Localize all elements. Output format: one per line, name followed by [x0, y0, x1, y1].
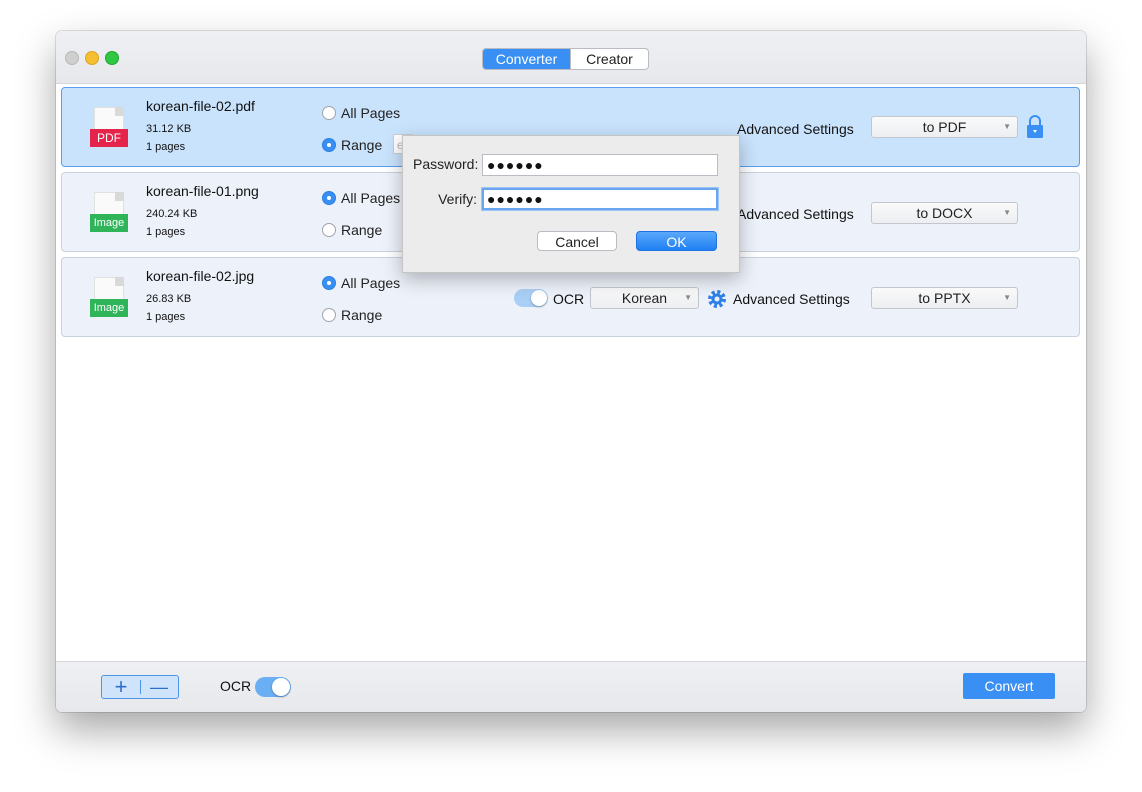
verify-label: Verify:: [438, 191, 477, 207]
advanced-settings-link[interactable]: Advanced Settings: [737, 206, 854, 222]
file-size: 31.12 KB: [146, 123, 192, 135]
lock-icon[interactable]: [1025, 115, 1045, 139]
convert-button[interactable]: Convert: [963, 673, 1055, 699]
global-ocr-label: OCR: [220, 678, 252, 694]
cancel-button[interactable]: Cancel: [537, 231, 617, 251]
radio-off-icon: [322, 308, 336, 322]
range-radio[interactable]: Range: [322, 222, 382, 238]
image-file-icon: Image: [90, 277, 128, 321]
advanced-settings-link[interactable]: Advanced Settings: [733, 291, 850, 307]
radio-off-icon: [322, 106, 336, 120]
pdf-file-icon: PDF: [90, 107, 128, 151]
all-pages-radio[interactable]: All Pages: [322, 275, 400, 291]
range-radio[interactable]: Range: [322, 137, 382, 153]
radio-on-icon: [322, 276, 336, 290]
language-select[interactable]: Korean ▼: [590, 287, 699, 309]
password-label: Password:: [413, 156, 479, 172]
file-list: PDF korean-file-02.pdf 31.12 KB 1 pages …: [56, 84, 1086, 661]
file-pages: 1 pages: [146, 226, 186, 238]
verify-input[interactable]: ●●●●●●: [482, 188, 718, 210]
file-pages: 1 pages: [146, 311, 186, 323]
tab-converter[interactable]: Converter: [483, 49, 570, 69]
tab-creator[interactable]: Creator: [570, 49, 648, 69]
image-file-icon: Image: [90, 192, 128, 236]
add-remove-control: + —: [101, 675, 179, 699]
output-format-select[interactable]: to PDF ▼: [871, 116, 1018, 138]
titlebar: Converter Creator: [56, 31, 1086, 84]
file-pages: 1 pages: [146, 141, 186, 153]
close-window-button[interactable]: [65, 51, 79, 65]
radio-off-icon: [322, 223, 336, 237]
maximize-window-button[interactable]: [105, 51, 119, 65]
ocr-toggle[interactable]: [514, 289, 548, 307]
file-type-tag: Image: [90, 299, 128, 317]
file-size: 240.24 KB: [146, 208, 198, 220]
app-window: Converter Creator PDF korean-file-02.pdf…: [56, 31, 1086, 712]
minimize-window-button[interactable]: [85, 51, 99, 65]
advanced-settings-link[interactable]: Advanced Settings: [737, 121, 854, 137]
radio-on-icon: [322, 191, 336, 205]
all-pages-radio[interactable]: All Pages: [322, 190, 400, 206]
radio-on-icon: [322, 138, 336, 152]
file-name: korean-file-02.pdf: [146, 98, 255, 114]
ocr-label: OCR: [553, 291, 585, 307]
ok-button[interactable]: OK: [636, 231, 717, 251]
output-format-select[interactable]: to PPTX ▼: [871, 287, 1018, 309]
output-format-select[interactable]: to DOCX ▼: [871, 202, 1018, 224]
global-ocr-toggle[interactable]: [255, 677, 291, 697]
file-type-tag: Image: [90, 214, 128, 232]
gear-icon[interactable]: [707, 289, 727, 309]
file-size: 26.83 KB: [146, 293, 192, 305]
mode-segmented-control: Converter Creator: [482, 48, 649, 70]
password-dialog: Password: ●●●●●● Verify: ●●●●●● Cancel O…: [402, 135, 740, 273]
file-name: korean-file-02.jpg: [146, 268, 255, 284]
bottom-toolbar: + — OCR Convert: [56, 661, 1086, 712]
all-pages-radio[interactable]: All Pages: [322, 105, 400, 121]
file-name: korean-file-01.png: [146, 183, 259, 199]
password-input[interactable]: ●●●●●●: [482, 154, 718, 176]
remove-file-button[interactable]: —: [140, 676, 178, 698]
range-radio[interactable]: Range: [322, 307, 382, 323]
file-type-tag: PDF: [90, 129, 128, 147]
add-file-button[interactable]: +: [102, 676, 140, 698]
